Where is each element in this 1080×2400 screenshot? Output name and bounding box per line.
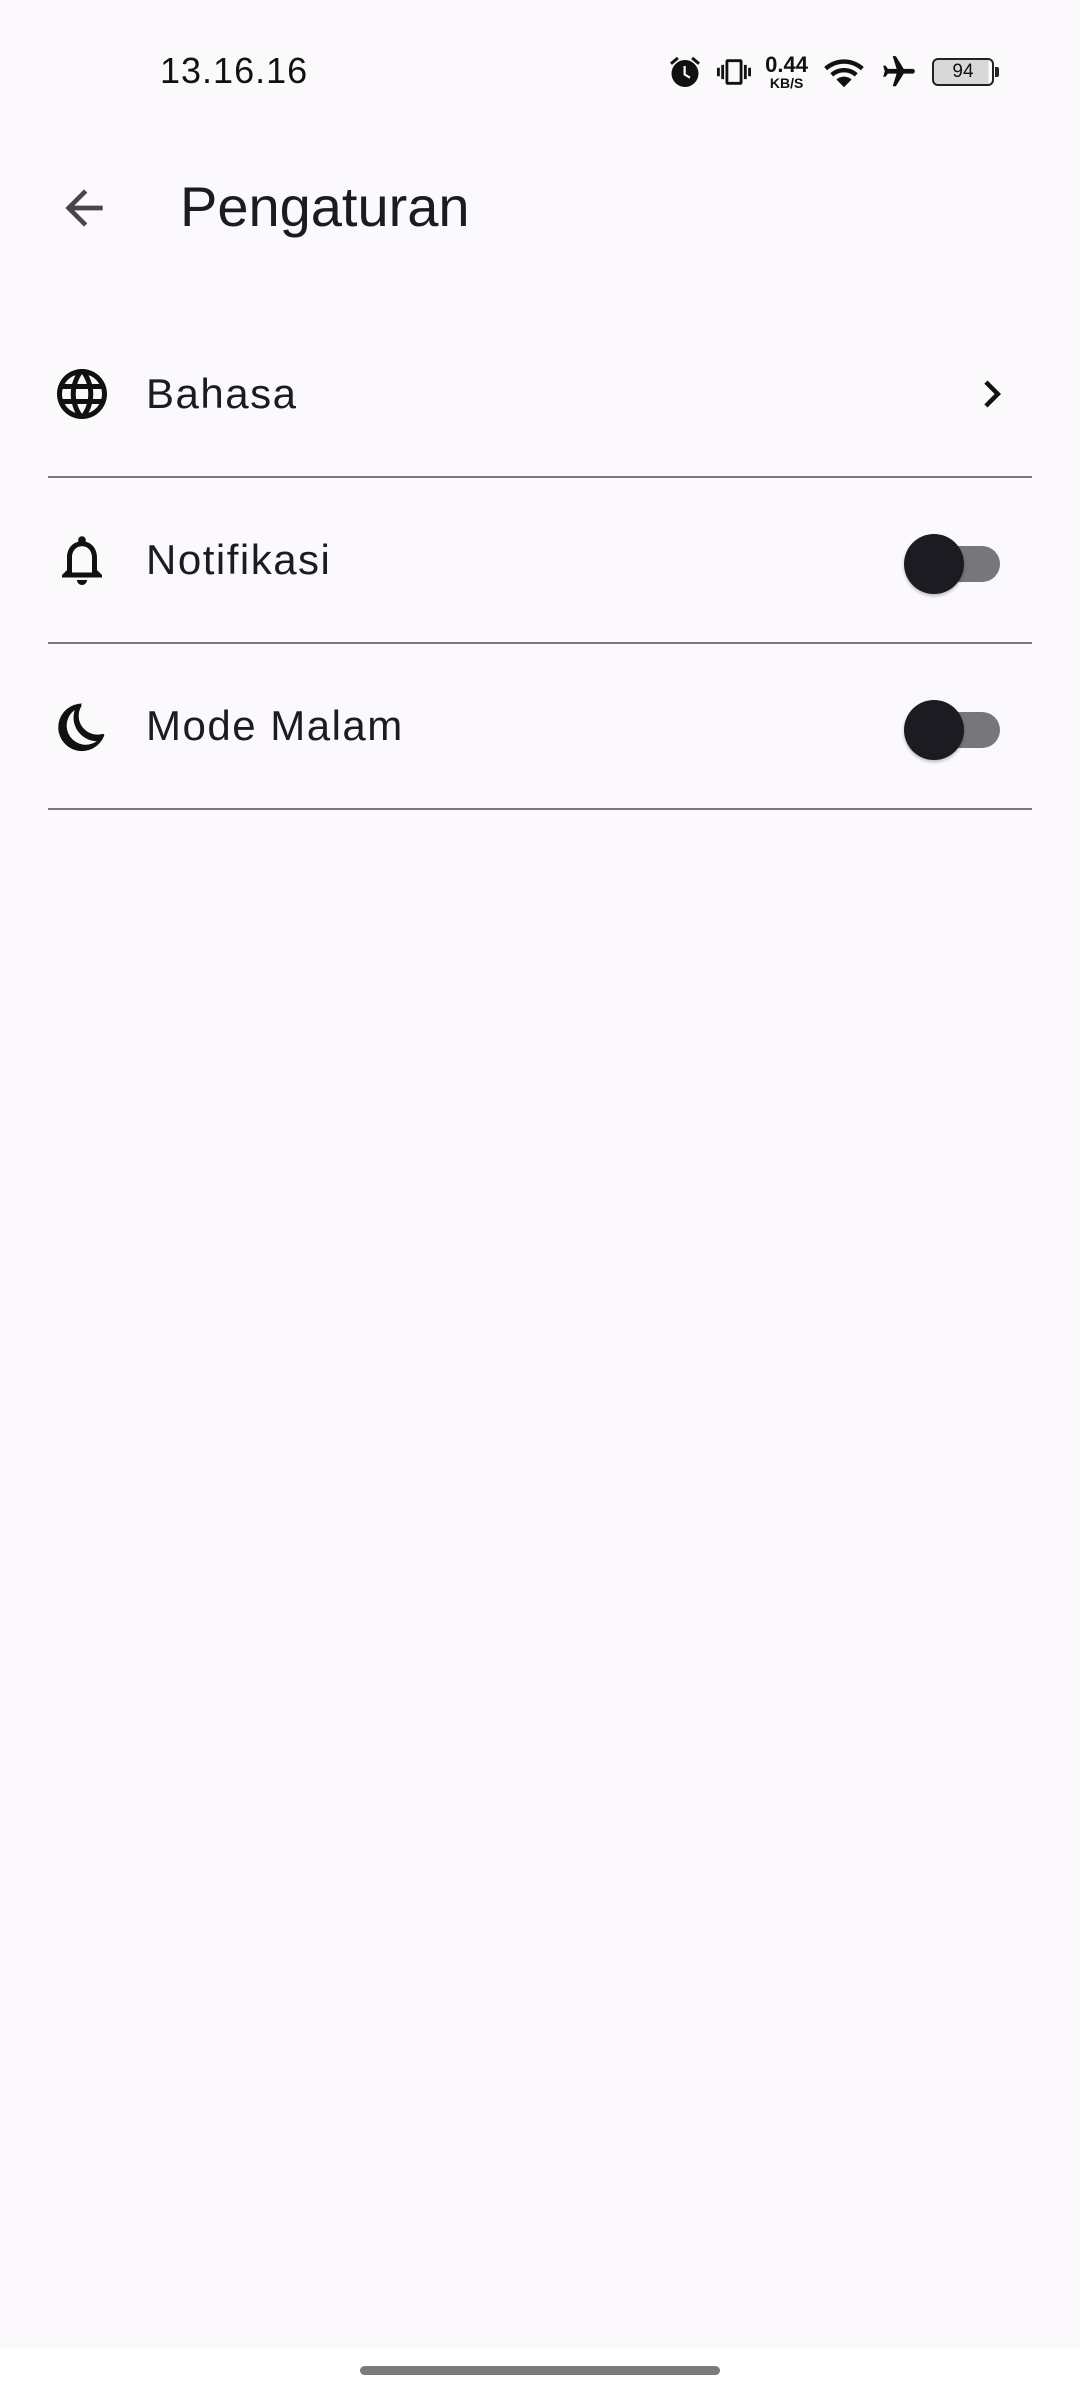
night-mode-switch[interactable]	[904, 696, 1000, 760]
moon-icon	[52, 696, 112, 756]
alarm-icon	[667, 54, 703, 90]
setting-item-language[interactable]: Bahasa	[48, 312, 1032, 478]
setting-label-language: Bahasa	[146, 370, 298, 417]
status-icons: 0.44 KB/S 94	[667, 48, 999, 96]
switch-thumb	[904, 700, 964, 760]
network-speed: 0.44 KB/S	[765, 52, 808, 91]
setting-item-night-mode[interactable]: Mode Malam	[48, 644, 1032, 810]
page-title: Pengaturan	[180, 175, 470, 238]
gesture-handle[interactable]	[360, 2366, 720, 2375]
setting-label-night-mode: Mode Malam	[146, 702, 404, 749]
setting-label-notifications: Notifikasi	[146, 536, 332, 583]
notifications-switch[interactable]	[904, 530, 1000, 594]
network-speed-value: 0.44	[765, 52, 808, 77]
settings-list: Bahasa Notifikasi Mode Malam	[48, 312, 1032, 810]
network-speed-unit: KB/S	[769, 75, 804, 91]
wifi-icon	[822, 54, 866, 90]
globe-icon	[52, 364, 112, 424]
chevron-right-icon	[970, 372, 1014, 416]
battery-icon: 94	[932, 58, 999, 86]
bell-icon	[52, 530, 112, 590]
settings-screen: 13.16.16 0.44 KB/S 94 Pengaturan Bahasa …	[0, 0, 1080, 2400]
airplane-icon	[880, 53, 918, 91]
back-button[interactable]	[44, 170, 124, 250]
arrow-back-icon	[56, 180, 112, 241]
setting-item-notifications[interactable]: Notifikasi	[48, 478, 1032, 644]
vibrate-icon	[717, 55, 752, 89]
battery-level: 94	[952, 61, 974, 82]
switch-thumb	[904, 534, 964, 594]
status-bar: 13.16.16 0.44 KB/S 94	[0, 0, 1080, 140]
status-time: 13.16.16	[160, 50, 309, 91]
app-bar: Pengaturan	[0, 140, 1080, 274]
